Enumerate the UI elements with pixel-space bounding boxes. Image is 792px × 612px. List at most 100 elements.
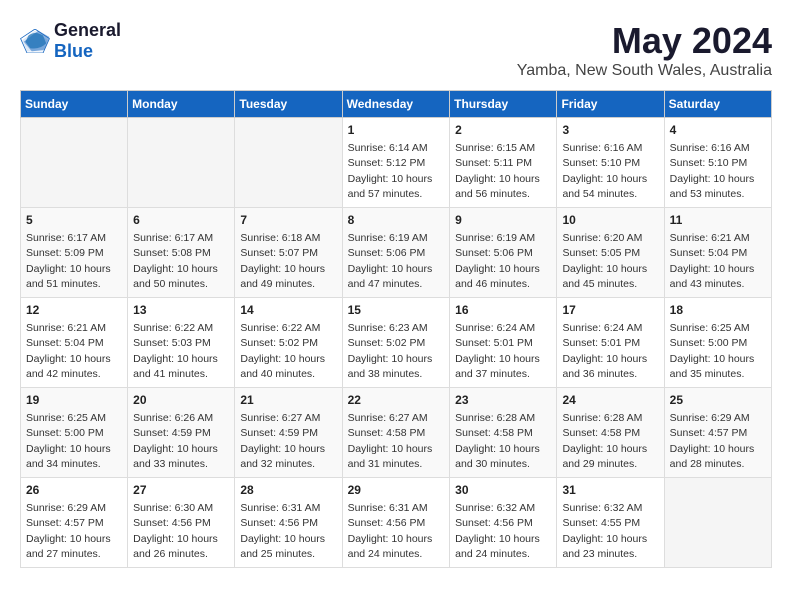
day-info: Sunrise: 6:17 AM Sunset: 5:08 PM Dayligh… <box>133 232 218 290</box>
calendar-cell: 23 Sunrise: 6:28 AM Sunset: 4:58 PM Dayli… <box>450 388 557 478</box>
day-number: 14 <box>240 302 336 319</box>
day-number: 4 <box>670 122 766 139</box>
month-title: May 2024 <box>517 20 772 62</box>
calendar-cell: 30 Sunrise: 6:32 AM Sunset: 4:56 PM Dayli… <box>450 478 557 568</box>
logo-text: General Blue <box>54 20 121 62</box>
calendar-cell: 1 Sunrise: 6:14 AM Sunset: 5:12 PM Daylig… <box>342 118 450 208</box>
calendar-cell: 8Sunrise: 6:19 AM Sunset: 5:06 PM Daylig… <box>342 208 450 298</box>
day-header-wednesday: Wednesday <box>342 91 450 118</box>
day-number: 10 <box>562 212 658 229</box>
day-number: 19 <box>26 392 122 409</box>
day-number: 20 <box>133 392 229 409</box>
day-info: Sunrise: 6:21 AM Sunset: 5:04 PM Dayligh… <box>26 322 111 380</box>
day-info: Sunrise: 6:18 AM Sunset: 5:07 PM Dayligh… <box>240 232 325 290</box>
day-info: Sunrise: 6:31 AM Sunset: 4:56 PM Dayligh… <box>240 502 325 560</box>
day-number: 6 <box>133 212 229 229</box>
calendar-cell: 26 Sunrise: 6:29 AM Sunset: 4:57 PM Dayli… <box>21 478 128 568</box>
day-info: Sunrise: 6:28 AM Sunset: 4:58 PM Dayligh… <box>455 412 540 470</box>
calendar-cell: 20Sunrise: 6:26 AM Sunset: 4:59 PM Dayli… <box>128 388 235 478</box>
day-number: 5 <box>26 212 122 229</box>
logo-icon <box>20 29 50 53</box>
calendar-header-row: SundayMondayTuesdayWednesdayThursdayFrid… <box>21 91 772 118</box>
day-number: 25 <box>670 392 766 409</box>
day-number: 17 <box>562 302 658 319</box>
calendar-week-row: 5 Sunrise: 6:17 AM Sunset: 5:09 PM Daylig… <box>21 208 772 298</box>
day-info: Sunrise: 6:15 AM Sunset: 5:11 PM Dayligh… <box>455 142 540 200</box>
logo: General Blue <box>20 20 121 62</box>
day-info: Sunrise: 6:30 AM Sunset: 4:56 PM Dayligh… <box>133 502 218 560</box>
day-header-saturday: Saturday <box>664 91 771 118</box>
day-info: Sunrise: 6:16 AM Sunset: 5:10 PM Dayligh… <box>562 142 647 200</box>
day-info: Sunrise: 6:17 AM Sunset: 5:09 PM Dayligh… <box>26 232 111 290</box>
title-block: May 2024 Yamba, New South Wales, Austral… <box>517 20 772 80</box>
day-number: 12 <box>26 302 122 319</box>
day-number: 11 <box>670 212 766 229</box>
day-number: 28 <box>240 482 336 499</box>
calendar-cell: 21 Sunrise: 6:27 AM Sunset: 4:59 PM Dayli… <box>235 388 342 478</box>
day-info: Sunrise: 6:31 AM Sunset: 4:56 PM Dayligh… <box>348 502 433 560</box>
calendar-cell: 14Sunrise: 6:22 AM Sunset: 5:02 PM Dayli… <box>235 298 342 388</box>
calendar-cell: 11 Sunrise: 6:21 AM Sunset: 5:04 PM Dayli… <box>664 208 771 298</box>
calendar-cell: 15 Sunrise: 6:23 AM Sunset: 5:02 PM Dayli… <box>342 298 450 388</box>
day-number: 26 <box>26 482 122 499</box>
day-info: Sunrise: 6:28 AM Sunset: 4:58 PM Dayligh… <box>562 412 647 470</box>
location-title: Yamba, New South Wales, Australia <box>517 62 772 80</box>
day-info: Sunrise: 6:25 AM Sunset: 5:00 PM Dayligh… <box>26 412 111 470</box>
calendar-cell <box>664 478 771 568</box>
calendar-cell: 19 Sunrise: 6:25 AM Sunset: 5:00 PM Dayli… <box>21 388 128 478</box>
day-number: 3 <box>562 122 658 139</box>
calendar-cell: 29Sunrise: 6:31 AM Sunset: 4:56 PM Dayli… <box>342 478 450 568</box>
calendar-cell: 2Sunrise: 6:15 AM Sunset: 5:11 PM Daylig… <box>450 118 557 208</box>
day-info: Sunrise: 6:22 AM Sunset: 5:03 PM Dayligh… <box>133 322 218 380</box>
day-number: 13 <box>133 302 229 319</box>
calendar-cell: 16Sunrise: 6:24 AM Sunset: 5:01 PM Dayli… <box>450 298 557 388</box>
calendar-cell: 6 Sunrise: 6:17 AM Sunset: 5:08 PM Daylig… <box>128 208 235 298</box>
calendar-cell: 17Sunrise: 6:24 AM Sunset: 5:01 PM Dayli… <box>557 298 664 388</box>
calendar-cell: 10 Sunrise: 6:20 AM Sunset: 5:05 PM Dayli… <box>557 208 664 298</box>
day-number: 24 <box>562 392 658 409</box>
day-number: 31 <box>562 482 658 499</box>
calendar-cell: 22Sunrise: 6:27 AM Sunset: 4:58 PM Dayli… <box>342 388 450 478</box>
day-number: 30 <box>455 482 551 499</box>
day-info: Sunrise: 6:32 AM Sunset: 4:56 PM Dayligh… <box>455 502 540 560</box>
day-header-friday: Friday <box>557 91 664 118</box>
calendar-week-row: 19 Sunrise: 6:25 AM Sunset: 5:00 PM Dayli… <box>21 388 772 478</box>
calendar-cell: 5 Sunrise: 6:17 AM Sunset: 5:09 PM Daylig… <box>21 208 128 298</box>
logo-general: General <box>54 20 121 40</box>
day-number: 27 <box>133 482 229 499</box>
day-number: 21 <box>240 392 336 409</box>
day-info: Sunrise: 6:16 AM Sunset: 5:10 PM Dayligh… <box>670 142 755 200</box>
day-number: 1 <box>348 122 445 139</box>
day-info: Sunrise: 6:14 AM Sunset: 5:12 PM Dayligh… <box>348 142 433 200</box>
calendar-cell: 27 Sunrise: 6:30 AM Sunset: 4:56 PM Dayli… <box>128 478 235 568</box>
calendar-week-row: 12 Sunrise: 6:21 AM Sunset: 5:04 PM Dayli… <box>21 298 772 388</box>
calendar-cell: 3 Sunrise: 6:16 AM Sunset: 5:10 PM Daylig… <box>557 118 664 208</box>
day-info: Sunrise: 6:19 AM Sunset: 5:06 PM Dayligh… <box>455 232 540 290</box>
calendar-cell: 25Sunrise: 6:29 AM Sunset: 4:57 PM Dayli… <box>664 388 771 478</box>
day-number: 15 <box>348 302 445 319</box>
calendar-cell: 4 Sunrise: 6:16 AM Sunset: 5:10 PM Daylig… <box>664 118 771 208</box>
day-number: 16 <box>455 302 551 319</box>
calendar-cell: 12 Sunrise: 6:21 AM Sunset: 5:04 PM Dayli… <box>21 298 128 388</box>
calendar-cell: 13 Sunrise: 6:22 AM Sunset: 5:03 PM Dayli… <box>128 298 235 388</box>
day-number: 8 <box>348 212 445 229</box>
day-number: 18 <box>670 302 766 319</box>
day-header-sunday: Sunday <box>21 91 128 118</box>
calendar-cell: 9 Sunrise: 6:19 AM Sunset: 5:06 PM Daylig… <box>450 208 557 298</box>
day-number: 22 <box>348 392 445 409</box>
page-header: General Blue May 2024 Yamba, New South W… <box>20 20 772 80</box>
calendar-cell: 18 Sunrise: 6:25 AM Sunset: 5:00 PM Dayli… <box>664 298 771 388</box>
day-info: Sunrise: 6:20 AM Sunset: 5:05 PM Dayligh… <box>562 232 647 290</box>
day-header-tuesday: Tuesday <box>235 91 342 118</box>
day-info: Sunrise: 6:23 AM Sunset: 5:02 PM Dayligh… <box>348 322 433 380</box>
calendar-cell <box>21 118 128 208</box>
day-number: 9 <box>455 212 551 229</box>
calendar-week-row: 26 Sunrise: 6:29 AM Sunset: 4:57 PM Dayli… <box>21 478 772 568</box>
day-info: Sunrise: 6:29 AM Sunset: 4:57 PM Dayligh… <box>26 502 111 560</box>
day-info: Sunrise: 6:21 AM Sunset: 5:04 PM Dayligh… <box>670 232 755 290</box>
day-number: 23 <box>455 392 551 409</box>
day-header-monday: Monday <box>128 91 235 118</box>
day-info: Sunrise: 6:25 AM Sunset: 5:00 PM Dayligh… <box>670 322 755 380</box>
calendar-cell <box>235 118 342 208</box>
day-info: Sunrise: 6:27 AM Sunset: 4:59 PM Dayligh… <box>240 412 325 470</box>
